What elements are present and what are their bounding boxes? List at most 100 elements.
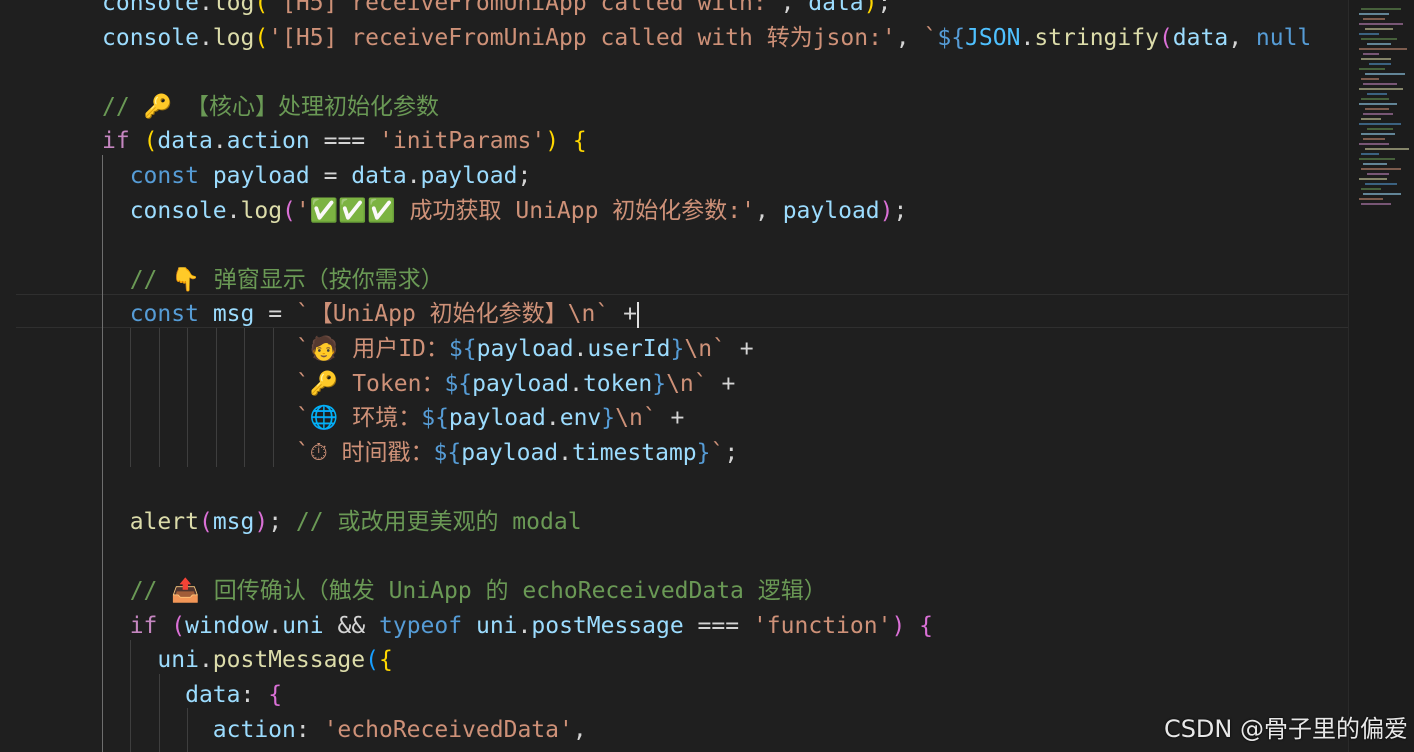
code-token: userId — [587, 336, 671, 362]
code-token: . — [569, 370, 583, 397]
code-token: msg — [212, 509, 255, 535]
code-token: console — [102, 24, 199, 51]
code-token: ( — [254, 0, 269, 16]
code-line: if (window.uni && typeof uni.postMessage… — [102, 609, 933, 643]
code-token: 'function' — [752, 612, 892, 639]
code-token: postMessage — [531, 612, 684, 639]
code-token: ) — [545, 128, 560, 155]
code-token: ) — [863, 0, 878, 16]
code-token: `🧑 用户ID： — [295, 336, 449, 362]
code-token: { — [378, 647, 393, 674]
code-line: alert(msg); // 或改用更美观的 modal — [102, 505, 582, 539]
watermark: CSDN @骨子里的偏爱 — [1163, 715, 1408, 743]
code-token: '[H5] receiveFromUniApp called with:' — [268, 0, 781, 16]
minimap-line — [1359, 158, 1395, 160]
code-token: { — [572, 128, 587, 155]
code-token: if — [102, 128, 130, 155]
code-token: . — [517, 612, 532, 639]
code-token: JSON — [965, 24, 1021, 51]
code-token: payload — [448, 405, 546, 432]
code-token: ${ — [937, 24, 966, 51]
code-line: const msg = `【UniApp 初始化参数】\n` + — [102, 297, 639, 331]
minimap-line — [1359, 23, 1403, 25]
code-token: . — [212, 128, 227, 155]
code-token: . — [268, 612, 283, 639]
code-token: data — [185, 682, 241, 708]
code-token: === — [309, 128, 380, 155]
minimap-line — [1361, 78, 1379, 80]
code-token: = — [309, 163, 352, 189]
code-token: timestamp — [572, 439, 697, 466]
code-token: : — [295, 716, 324, 743]
code-token: ( — [1158, 24, 1173, 51]
minimap-line — [1369, 63, 1391, 65]
minimap-line — [1361, 203, 1391, 205]
minimap-line — [1359, 68, 1385, 70]
code-editor[interactable]: console.log('[H5] receiveFromUniApp call… — [0, 0, 1348, 752]
minimap-line — [1367, 128, 1393, 130]
code-token: : — [240, 682, 269, 708]
code-token: . — [198, 0, 213, 16]
code-token: 'echoReceivedData' — [323, 716, 573, 743]
code-token: . — [198, 647, 213, 674]
code-token: + — [707, 370, 736, 397]
code-token: const — [129, 301, 199, 328]
minimap-line — [1363, 113, 1393, 115]
minimap-line — [1361, 168, 1401, 170]
code-token: typeof — [379, 612, 463, 639]
code-line: console.log('✅✅✅ 成功获取 UniApp 初始化参数:', pa… — [102, 194, 908, 228]
code-token: `🔑 Token： — [295, 370, 445, 397]
code-token: \n` — [666, 370, 708, 397]
code-token: + — [725, 336, 754, 362]
minimap-line — [1361, 133, 1395, 135]
code-token: stringify — [1034, 24, 1159, 51]
code-token: `🌐 环境： — [295, 405, 422, 432]
code-token: . — [226, 197, 241, 224]
code-token: log — [212, 0, 255, 16]
code-line: if (data.action === 'initParams') { — [102, 124, 587, 158]
code-token: data — [808, 0, 864, 16]
code-token: payload — [782, 197, 880, 224]
code-token: '✅✅✅ 成功获取 UniApp 初始化参数:' — [295, 197, 755, 224]
minimap-line — [1365, 28, 1393, 30]
minimap-line — [1363, 18, 1385, 20]
minimap-line — [1363, 138, 1385, 140]
code-token: . — [198, 24, 213, 51]
code-token: ; — [877, 0, 892, 16]
code-line: console.log('[H5] receiveFromUniApp call… — [102, 0, 891, 20]
code-token: log — [240, 197, 283, 224]
code-token: ) — [254, 509, 269, 535]
code-token: , — [780, 0, 809, 16]
code-token: + — [656, 405, 685, 432]
code-token: uni — [282, 612, 324, 639]
code-line: `🔑 Token：${payload.token}\n` + — [102, 367, 735, 401]
code-token: ${ — [444, 370, 473, 397]
code-token: ( — [143, 128, 158, 155]
minimap[interactable] — [1348, 0, 1414, 752]
code-token: , — [572, 716, 587, 743]
code-token: '[H5] receiveFromUniApp called with 转为js… — [268, 24, 896, 51]
code-token: \n` — [615, 405, 657, 432]
code-token: data — [351, 163, 407, 189]
code-line: // 📤 回传确认（触发 UniApp 的 echoReceivedData 逻… — [102, 574, 827, 608]
code-line: const payload = data.payload; — [102, 159, 532, 193]
text-cursor — [636, 301, 639, 328]
code-token: null — [1255, 24, 1312, 51]
code-token: uni — [157, 647, 199, 674]
code-token: ( — [171, 612, 186, 639]
code-token: // 🔑 【核心】处理初始化参数 — [102, 93, 440, 120]
code-token: . — [545, 405, 560, 432]
code-token: // 📤 回传确认（触发 UniApp 的 echoReceivedData 逻… — [129, 578, 827, 605]
minimap-line — [1359, 48, 1407, 50]
minimap-line — [1359, 103, 1397, 105]
minimap-line — [1359, 178, 1387, 180]
minimap-line — [1361, 98, 1389, 100]
code-token: + — [609, 301, 637, 328]
code-token: ; — [893, 197, 908, 224]
